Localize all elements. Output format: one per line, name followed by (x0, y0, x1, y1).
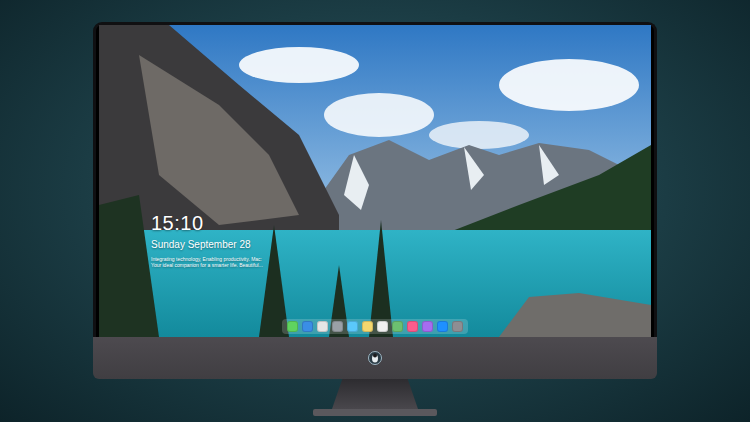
dock-app-icon[interactable] (437, 321, 448, 332)
dock-app-icon[interactable] (302, 321, 313, 332)
dock (282, 319, 468, 334)
monitor-stand-base (313, 409, 437, 416)
monitor-bezel: 15:10 Sunday September 28 Integrating tech… (93, 22, 657, 337)
dock-app-icon[interactable] (362, 321, 373, 332)
dock-app-icon[interactable] (392, 321, 403, 332)
dock-app-icon[interactable] (332, 321, 343, 332)
dock-app-icon[interactable] (452, 321, 463, 332)
clock-date: Sunday September 28 (151, 238, 263, 251)
dock-app-icon[interactable] (317, 321, 328, 332)
lock-screen-clock: 15:10 Sunday September 28 Integrating tech… (151, 211, 263, 268)
clock-time: 15:10 (151, 211, 263, 235)
dock-app-icon[interactable] (377, 321, 388, 332)
wallpaper-image (99, 25, 651, 337)
background: 15:10 Sunday September 28 Integrating tech… (0, 0, 750, 422)
monitor-chin (93, 337, 657, 379)
desktop-screen: 15:10 Sunday September 28 Integrating tech… (99, 25, 651, 337)
dock-app-icon[interactable] (287, 321, 298, 332)
dock-app-icon[interactable] (407, 321, 418, 332)
tagline: Integrating technology, Enabling product… (151, 256, 263, 268)
dock-app-icon[interactable] (347, 321, 358, 332)
monitor-stand-neck (332, 379, 418, 409)
dock-app-icon[interactable] (422, 321, 433, 332)
brand-logo-icon (368, 351, 382, 365)
